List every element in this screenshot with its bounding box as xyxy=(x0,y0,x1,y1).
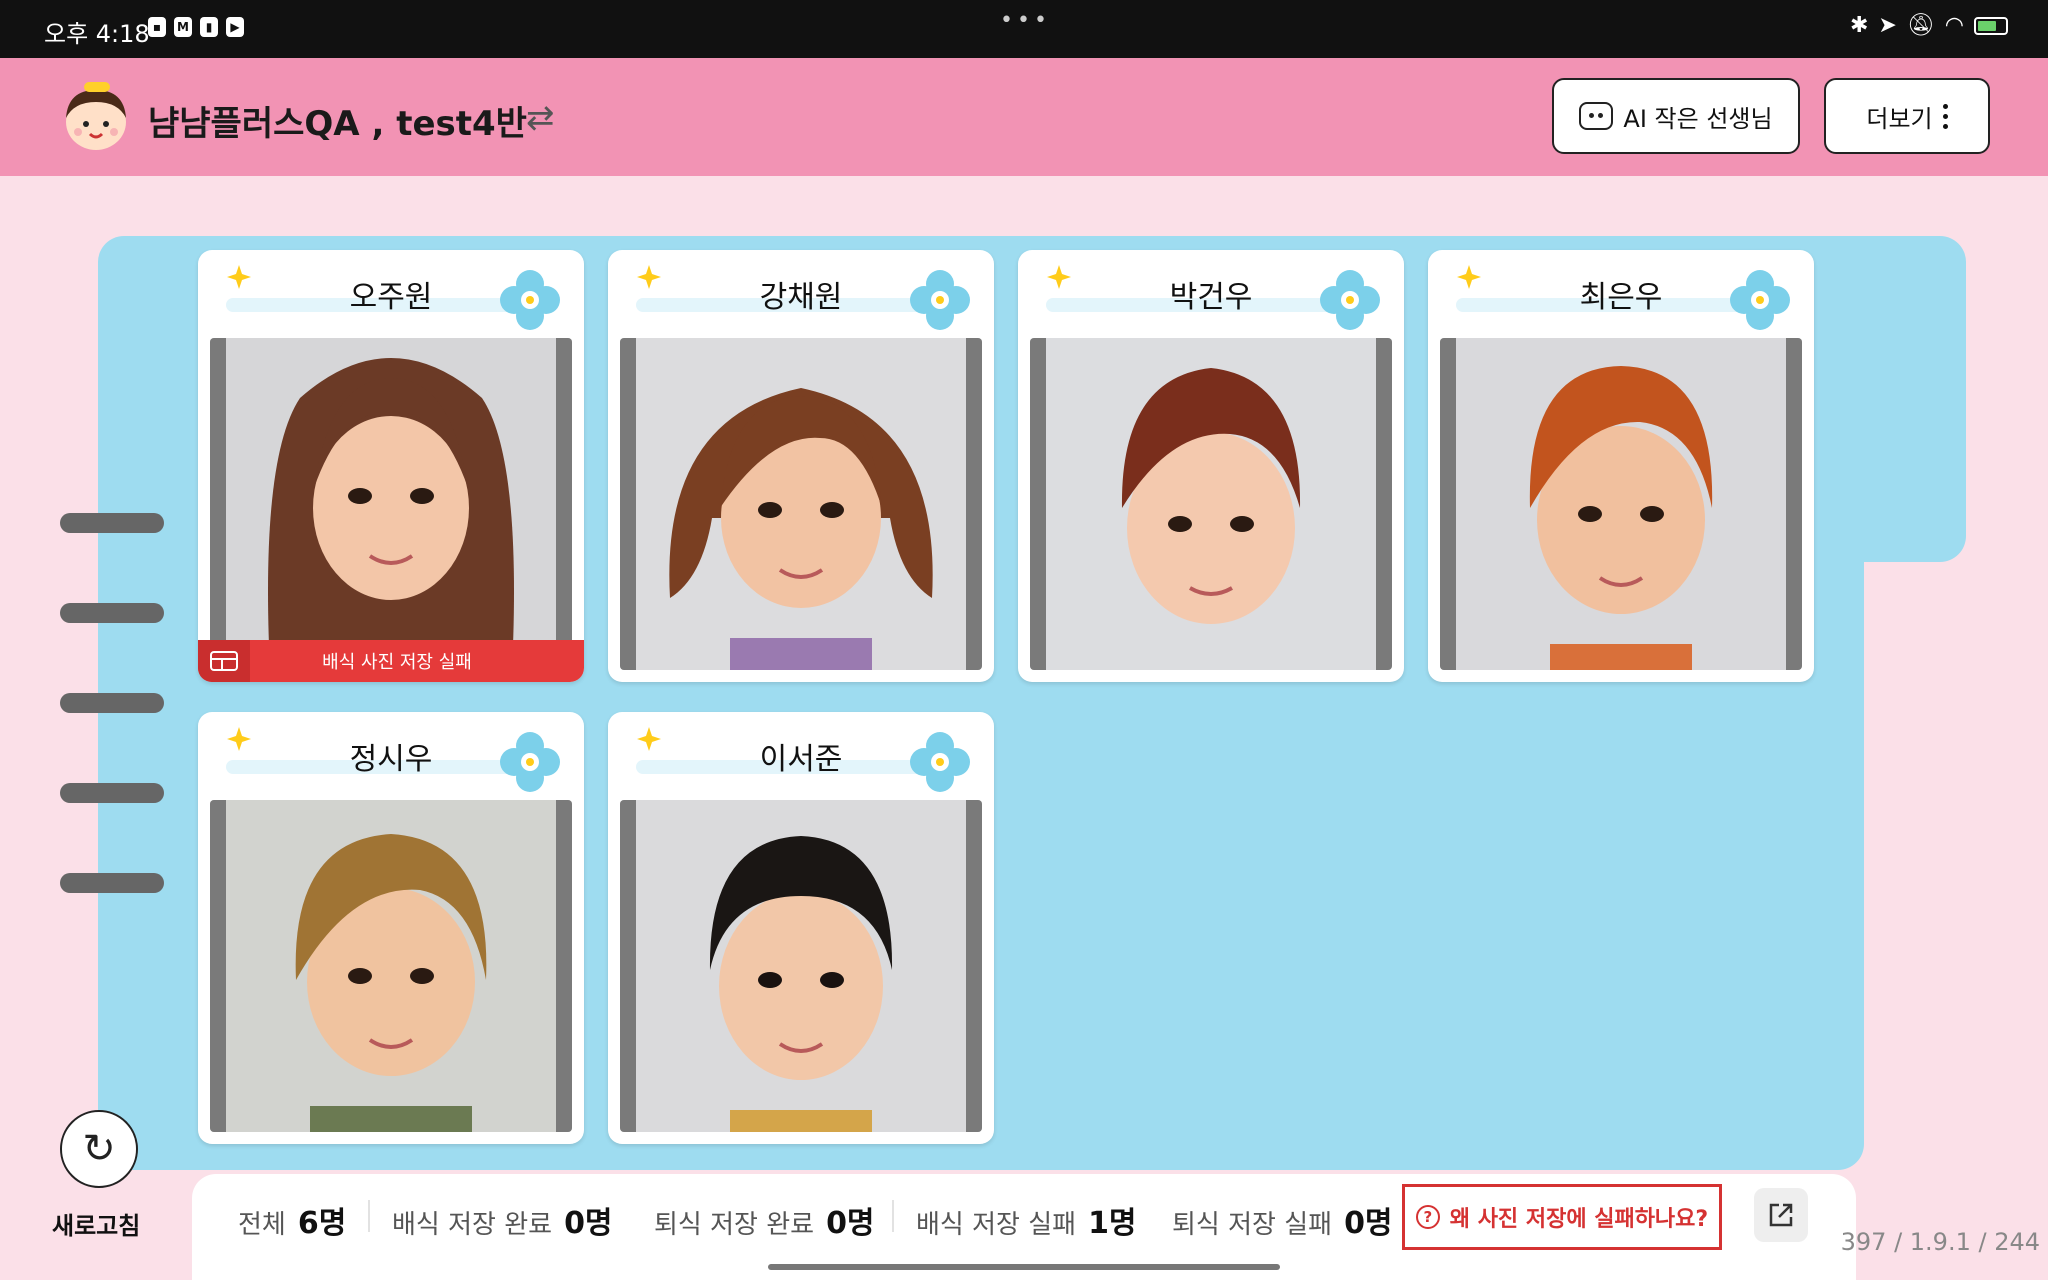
student-name: 박건우 xyxy=(1169,280,1253,315)
stat-leftover-fail: 퇴식 저장 실패 0명 xyxy=(1172,1206,1393,1241)
stat-total: 전체 6명 xyxy=(238,1206,347,1241)
home-indicator[interactable] xyxy=(768,1264,1280,1270)
more-label: 더보기 xyxy=(1866,104,1933,133)
board-tab xyxy=(1820,236,1966,562)
refresh-label: 새로고침 xyxy=(52,1212,141,1240)
class-title: 냠냠플러스QA , test4반 xyxy=(148,104,527,144)
student-photo xyxy=(1030,338,1392,670)
notebook-ring xyxy=(60,589,174,637)
play-store-icon: ▶ xyxy=(226,17,244,37)
student-card[interactable]: 이서준 xyxy=(608,712,994,1144)
save-fail-banner: 배식 사진 저장 실패 xyxy=(198,640,584,682)
external-link-icon xyxy=(1769,1203,1793,1227)
notification-icons: ▪ M ▮ ▶ xyxy=(148,17,244,37)
student-name: 최은우 xyxy=(1579,280,1663,315)
battery-icon xyxy=(1974,16,2008,35)
refresh-icon: ↻ xyxy=(82,1126,116,1172)
robot-icon xyxy=(1579,102,1614,130)
notebook-ring xyxy=(60,679,174,727)
student-photo xyxy=(210,338,572,670)
notebook-ring xyxy=(60,769,174,817)
notebook-ring xyxy=(60,499,174,547)
status-bar: 오후 4:18 ▪ M ▮ ▶ ••• ✱ ➤ 🔕︎ ◠ xyxy=(0,0,2048,58)
child-portrait-image xyxy=(210,338,572,670)
question-icon: ? xyxy=(1415,1205,1440,1229)
refresh-button[interactable]: ↻ xyxy=(60,1110,138,1188)
student-photo xyxy=(1440,338,1802,670)
switch-class-icon[interactable]: ⇄ xyxy=(526,98,555,138)
student-name: 정시우 xyxy=(349,742,433,777)
version-label: 397 / 1.9.1 / 244 xyxy=(1840,1228,2040,1256)
child-portrait-image xyxy=(1030,338,1392,670)
student-card[interactable]: 정시우 xyxy=(198,712,584,1144)
student-name: 강채원 xyxy=(759,280,843,315)
child-portrait-image xyxy=(210,800,572,1132)
bluetooth-icon: ✱ xyxy=(1849,13,1869,38)
student-card[interactable]: 오주원 배식 사진 저장 실패 xyxy=(198,250,584,682)
status-time: 오후 4:18 xyxy=(44,20,150,48)
student-card[interactable]: 강채원 xyxy=(608,250,994,682)
child-portrait-image xyxy=(1440,338,1802,670)
kebab-menu-icon xyxy=(1942,103,1948,129)
stat-leftover-done: 퇴식 저장 완료 0명 xyxy=(654,1206,875,1241)
stat-meal-done: 배식 저장 완료 0명 xyxy=(392,1206,613,1241)
student-photo xyxy=(620,338,982,670)
ai-teacher-button[interactable]: AI 작은 선생님 xyxy=(1552,78,1800,154)
why-save-failed-button[interactable]: ? 왜 사진 저장에 실패하나요? xyxy=(1402,1184,1722,1250)
notification-app-icon: ▪ xyxy=(148,17,166,37)
gmail-icon: M xyxy=(174,17,192,37)
system-icons: ✱ ➤ 🔕︎ ◠ xyxy=(1850,13,2008,38)
open-external-button[interactable] xyxy=(1754,1188,1808,1242)
more-button[interactable]: 더보기 xyxy=(1824,78,1990,154)
student-card[interactable]: 최은우 xyxy=(1428,250,1814,682)
location-icon: ➤ xyxy=(1878,13,1897,38)
multitask-dots-icon[interactable]: ••• xyxy=(1000,8,1051,33)
student-card[interactable]: 박건우 xyxy=(1018,250,1404,682)
app-header: 냠냠플러스QA , test4반 ⇄ AI 작은 선생님 더보기 xyxy=(0,58,2048,176)
student-photo xyxy=(210,800,572,1132)
save-fail-text: 배식 사진 저장 실패 xyxy=(322,652,472,673)
ai-teacher-label: AI 작은 선생님 xyxy=(1623,104,1773,133)
child-portrait-image xyxy=(620,338,982,670)
stat-meal-fail: 배식 저장 실패 1명 xyxy=(916,1206,1137,1241)
student-photo xyxy=(620,800,982,1132)
mute-icon: 🔕︎ xyxy=(1906,13,1935,38)
meal-tray-icon xyxy=(198,640,250,682)
student-name: 오주원 xyxy=(349,280,433,315)
child-portrait-image xyxy=(620,800,982,1132)
notification-app-icon: ▮ xyxy=(200,17,218,37)
student-name: 이서준 xyxy=(759,742,843,777)
child-avatar-icon xyxy=(66,82,126,150)
wifi-icon: ◠ xyxy=(1944,13,1964,38)
notebook-ring xyxy=(60,859,174,907)
